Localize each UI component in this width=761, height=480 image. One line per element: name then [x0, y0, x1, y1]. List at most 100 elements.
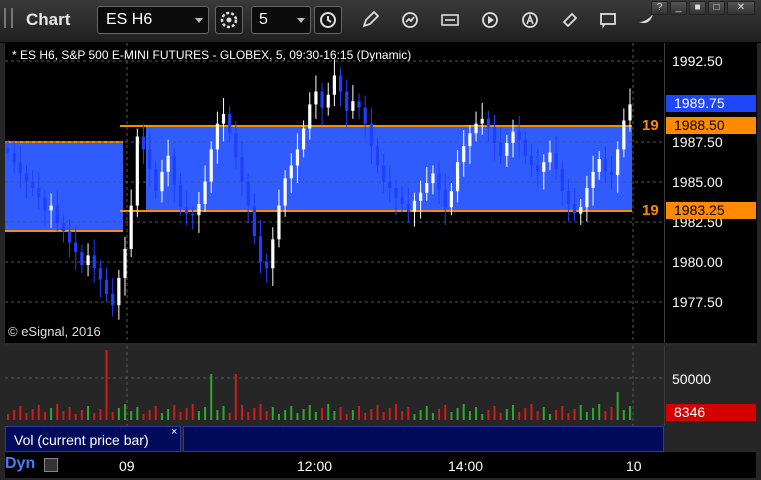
price-tick: 1977.50: [672, 294, 723, 310]
candle-body: [246, 181, 250, 206]
time-label: 09: [119, 458, 135, 474]
candle-body: [548, 152, 552, 163]
candle-body: [628, 104, 632, 121]
candle-body: [357, 101, 361, 108]
candle-body: [572, 203, 577, 214]
candle-body: [104, 279, 109, 294]
copyright-text: © eSignal, 2016: [8, 324, 101, 339]
upper-level-label: 19: [642, 117, 659, 134]
candle-body: [43, 197, 47, 211]
candle-body: [462, 146, 466, 163]
candle-body: [480, 118, 484, 124]
candle-body: [425, 183, 429, 193]
price-tick: 1985.00: [672, 174, 723, 190]
candle-body: [166, 155, 170, 172]
candle-body: [511, 131, 515, 143]
candle-body: [117, 277, 121, 306]
candle-body: [585, 187, 589, 208]
candle-body: [141, 136, 146, 150]
candle-body: [92, 255, 96, 269]
candle-body: [437, 173, 441, 190]
candle-body: [492, 126, 497, 143]
candle-body: [382, 165, 386, 182]
candle-body: [6, 147, 10, 153]
candle-body: [505, 142, 509, 156]
candle-body: [283, 178, 287, 206]
candle-body: [61, 223, 66, 232]
candle-body: [12, 152, 16, 163]
candle-body: [369, 123, 373, 147]
lock-icon[interactable]: [44, 458, 58, 472]
candle-body: [468, 133, 472, 147]
candle-body: [314, 91, 318, 105]
time-label: 14:00: [448, 458, 484, 474]
candle-body: [394, 187, 398, 198]
time-axis-corner: [664, 452, 756, 478]
candle-body: [172, 155, 176, 185]
candle-body: [597, 159, 601, 172]
candle-body: [406, 203, 410, 213]
lower-level-tag: 1983.25: [666, 202, 756, 219]
candle-body: [31, 181, 35, 188]
candle-body: [203, 181, 207, 204]
candle-body: [523, 139, 527, 156]
candle-body: [111, 293, 115, 306]
candle-body: [536, 165, 540, 172]
candle-body: [74, 242, 78, 253]
candle-body: [400, 197, 404, 204]
candle-body: [431, 173, 435, 184]
candle-body: [616, 149, 620, 176]
candle-body: [554, 152, 558, 169]
candle-body: [215, 123, 219, 150]
volume-legend-label: Vol (current price bar): [14, 432, 149, 448]
candle-body: [474, 123, 478, 134]
candle-body: [622, 120, 626, 150]
candle-body: [609, 171, 614, 176]
legend-bar: [183, 426, 664, 452]
volume-pane[interactable]: [5, 346, 664, 426]
candle-body: [603, 159, 607, 172]
candle-body: [591, 171, 595, 188]
candle-body: [289, 165, 293, 179]
candle-body: [271, 239, 275, 269]
legend-close-icon[interactable]: ×: [171, 426, 177, 438]
volume-tick: 50000: [672, 371, 711, 387]
candle-body: [86, 255, 90, 266]
candle-body: [55, 205, 59, 224]
candle-body: [363, 107, 367, 124]
price-tick: 1992.50: [672, 53, 723, 69]
candle-body: [160, 171, 164, 192]
candle-body: [184, 207, 189, 214]
candle-body: [517, 131, 521, 140]
candle-body: [566, 191, 571, 204]
candle-body: [308, 104, 312, 129]
candle-body: [295, 149, 300, 166]
candle-body: [419, 192, 423, 201]
candle-body: [277, 205, 281, 240]
candle-body: [529, 155, 534, 166]
candle-body: [123, 248, 127, 278]
time-axis[interactable]: [5, 452, 664, 478]
candle-body: [228, 114, 232, 134]
candle-body: [542, 162, 546, 172]
candle-body: [37, 187, 41, 198]
range-band-left: [5, 142, 123, 231]
candle-body: [154, 168, 158, 192]
candle-body: [326, 94, 330, 108]
candle-body: [332, 75, 336, 95]
candle-body: [375, 146, 380, 166]
dynamic-mode-label[interactable]: Dyn: [5, 455, 35, 473]
volume-legend[interactable]: Vol (current price bar): [5, 426, 181, 452]
chart-window: Chart ES H6 5 ? _ ■ □ ✕ * ES H6, S&P 500…: [0, 0, 761, 480]
candle-body: [80, 252, 84, 266]
candle-body: [455, 162, 460, 192]
candle-body: [345, 91, 349, 111]
candle-body: [191, 213, 195, 216]
candle-body: [265, 261, 269, 269]
candle-body: [209, 149, 213, 182]
candle-body: [178, 184, 183, 208]
candle-body: [499, 142, 503, 156]
volume-current-tag: 8346: [666, 404, 756, 421]
lower-level-label: 19: [642, 202, 659, 219]
candle-body: [351, 101, 355, 111]
